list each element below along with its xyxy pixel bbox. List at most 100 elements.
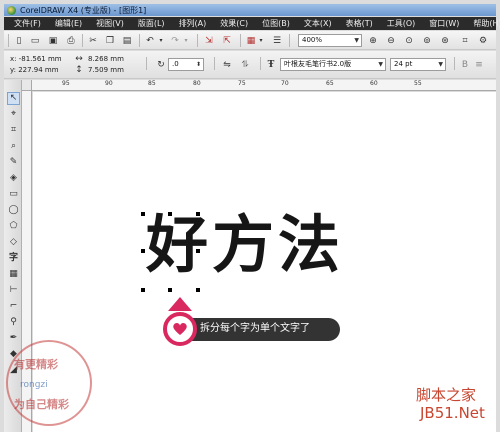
polygon-tool-icon[interactable]: ⬠ bbox=[7, 220, 20, 233]
eyedropper-tool-icon[interactable]: ⚲ bbox=[7, 316, 20, 329]
paste-icon[interactable]: ▤ bbox=[122, 36, 132, 46]
crop-tool-icon[interactable]: ⌗ bbox=[7, 124, 20, 137]
menu-bitmaps[interactable]: 位图(B) bbox=[262, 18, 290, 29]
application-launcher-icon[interactable]: ▦ bbox=[246, 36, 256, 46]
x-position-field[interactable]: x: -81.561 mm bbox=[10, 55, 62, 64]
toolbar-separator bbox=[260, 57, 261, 70]
brand-name: 脚本之家 bbox=[416, 386, 477, 404]
font-size-combo[interactable]: 24 pt ▼ bbox=[390, 58, 446, 71]
canvas-text-object[interactable]: 好方法 bbox=[146, 214, 344, 276]
zoom-value: 400% bbox=[302, 36, 323, 44]
smart-fill-tool-icon[interactable]: ◈ bbox=[7, 172, 20, 185]
menu-window[interactable]: 窗口(W) bbox=[429, 18, 459, 29]
mirror-vertical-icon[interactable]: ⥮ bbox=[240, 60, 250, 70]
text-tool-icon[interactable]: 字 bbox=[7, 252, 20, 265]
menu-file[interactable]: 文件(F) bbox=[14, 18, 41, 29]
menu-tools[interactable]: 工具(O) bbox=[387, 18, 416, 29]
zoom-selected-icon[interactable]: ⊙ bbox=[404, 36, 414, 46]
mirror-horizontal-icon[interactable]: ⇋ bbox=[222, 60, 232, 70]
zoom-page-icon[interactable]: ⊛ bbox=[440, 36, 450, 46]
ruler-tick-label: 55 bbox=[414, 80, 422, 87]
watermark-line-3: 为自己精彩 bbox=[14, 398, 69, 411]
height-field[interactable]: 7.509 mm bbox=[88, 66, 124, 75]
bold-icon[interactable]: B bbox=[460, 60, 470, 70]
ruler-tick-label: 80 bbox=[193, 80, 201, 87]
font-type-icon: Ŧ bbox=[267, 59, 275, 70]
ruler-tick-label: 90 bbox=[105, 80, 113, 87]
menu-help[interactable]: 帮助(H) bbox=[473, 18, 500, 29]
watermark-line-2: rongzi bbox=[20, 380, 48, 390]
ruler-origin[interactable] bbox=[22, 80, 32, 91]
open-folder-icon[interactable]: ▭ bbox=[30, 36, 40, 46]
export-icon[interactable]: ⇱ bbox=[222, 36, 232, 46]
chevron-down-icon: ▼ bbox=[378, 61, 383, 68]
callout-text: 拆分每个字为单个文字了 bbox=[200, 323, 310, 334]
chevron-down-icon: ▼ bbox=[354, 37, 359, 44]
menu-arrange[interactable]: 排列(A) bbox=[179, 18, 207, 29]
menu-edit[interactable]: 编辑(E) bbox=[55, 18, 82, 29]
callout-badge bbox=[163, 312, 197, 346]
callout-pointer bbox=[168, 297, 192, 311]
print-icon[interactable]: ⎙ bbox=[66, 36, 76, 46]
redo-icon[interactable]: ↷ bbox=[170, 36, 180, 46]
undo-dropdown-icon[interactable]: ▾ bbox=[156, 36, 166, 46]
freehand-tool-icon[interactable]: ✎ bbox=[7, 156, 20, 169]
toolbar-separator bbox=[82, 34, 83, 47]
toolbar-separator bbox=[454, 57, 455, 70]
import-icon[interactable]: ⇲ bbox=[204, 36, 214, 46]
font-name: 叶根友毛笔行书2.0版 bbox=[284, 60, 352, 68]
zoom-out-icon[interactable]: ⊖ bbox=[386, 36, 396, 46]
app-window: CorelDRAW X4 (专业版) - [图形1] 文件(F) 编辑(E) 视… bbox=[0, 0, 500, 432]
rectangle-tool-icon[interactable]: ▭ bbox=[7, 188, 20, 201]
toolbar-grip bbox=[8, 34, 9, 47]
width-field[interactable]: 8.268 mm bbox=[88, 55, 124, 64]
property-bar: x: -81.561 mm y: 227.94 mm ↔ ↕ 8.268 mm … bbox=[4, 51, 496, 79]
menu-bar: 文件(F) 编辑(E) 视图(V) 版面(L) 排列(A) 效果(C) 位图(B… bbox=[4, 17, 500, 30]
redo-dropdown-icon[interactable]: ▾ bbox=[181, 36, 191, 46]
rotation-icon: ↻ bbox=[157, 59, 165, 70]
zoom-levels-combo[interactable]: 400% ▼ bbox=[298, 34, 362, 47]
selection-handle[interactable] bbox=[141, 249, 145, 253]
ruler-tick-label: 85 bbox=[148, 80, 156, 87]
cut-icon[interactable]: ✂ bbox=[88, 36, 98, 46]
pick-tool-icon[interactable]: ↖ bbox=[7, 92, 20, 105]
rotation-angle-field[interactable]: .0 ⬍ bbox=[168, 58, 204, 71]
menu-layout[interactable]: 版面(L) bbox=[138, 18, 165, 29]
menu-effects[interactable]: 效果(C) bbox=[220, 18, 248, 29]
horizontal-ruler: 95 90 85 80 75 70 65 60 55 bbox=[22, 80, 496, 91]
selection-handle[interactable] bbox=[196, 288, 200, 292]
copy-icon[interactable]: ❐ bbox=[105, 36, 115, 46]
menu-text[interactable]: 文本(X) bbox=[304, 18, 332, 29]
zoom-tool-icon[interactable]: ⌕ bbox=[7, 140, 20, 153]
selection-handle[interactable] bbox=[141, 212, 145, 216]
dimension-tool-icon[interactable]: ⊢ bbox=[7, 284, 20, 297]
selection-handle[interactable] bbox=[141, 288, 145, 292]
toolbar-separator bbox=[240, 34, 241, 47]
basic-shapes-tool-icon[interactable]: ◇ bbox=[7, 236, 20, 249]
zoom-in-icon[interactable]: ⊕ bbox=[368, 36, 378, 46]
outline-tool-icon[interactable]: ✒ bbox=[7, 332, 20, 345]
font-list-combo[interactable]: 叶根友毛笔行书2.0版 ▼ bbox=[280, 58, 386, 71]
toolbar-separator bbox=[214, 57, 215, 70]
ellipse-tool-icon[interactable]: ◯ bbox=[7, 204, 20, 217]
shape-tool-icon[interactable]: ⌖ bbox=[7, 108, 20, 121]
launcher-dropdown-icon[interactable]: ▾ bbox=[256, 36, 266, 46]
y-position-field[interactable]: y: 227.94 mm bbox=[10, 66, 59, 75]
menu-table[interactable]: 表格(T) bbox=[346, 18, 373, 29]
new-document-icon[interactable]: ▯ bbox=[14, 36, 24, 46]
save-icon[interactable]: ▣ bbox=[48, 36, 58, 46]
connector-tool-icon[interactable]: ⌐ bbox=[7, 300, 20, 313]
undo-icon[interactable]: ↶ bbox=[145, 36, 155, 46]
menu-view[interactable]: 视图(V) bbox=[96, 18, 124, 29]
selection-handle[interactable] bbox=[168, 288, 172, 292]
snap-to-icon[interactable]: ⌗ bbox=[460, 36, 470, 46]
text-align-icon[interactable]: ≡ bbox=[474, 60, 484, 70]
table-tool-icon[interactable]: ▦ bbox=[7, 268, 20, 281]
welcome-screen-icon[interactable]: ☰ bbox=[272, 36, 282, 46]
height-icon: ↕ bbox=[75, 64, 83, 75]
coreldraw-logo-icon bbox=[7, 5, 16, 15]
spinner-icon: ⬍ bbox=[195, 61, 201, 68]
standard-toolbar: ▯ ▭ ▣ ⎙ ✂ ❐ ▤ ↶ ▾ ↷ ▾ ⇲ ⇱ ▦ ▾ ☰ 400% ▼ ⊕… bbox=[4, 31, 496, 50]
options-icon[interactable]: ⚙ bbox=[478, 36, 488, 46]
zoom-all-objects-icon[interactable]: ⊚ bbox=[422, 36, 432, 46]
